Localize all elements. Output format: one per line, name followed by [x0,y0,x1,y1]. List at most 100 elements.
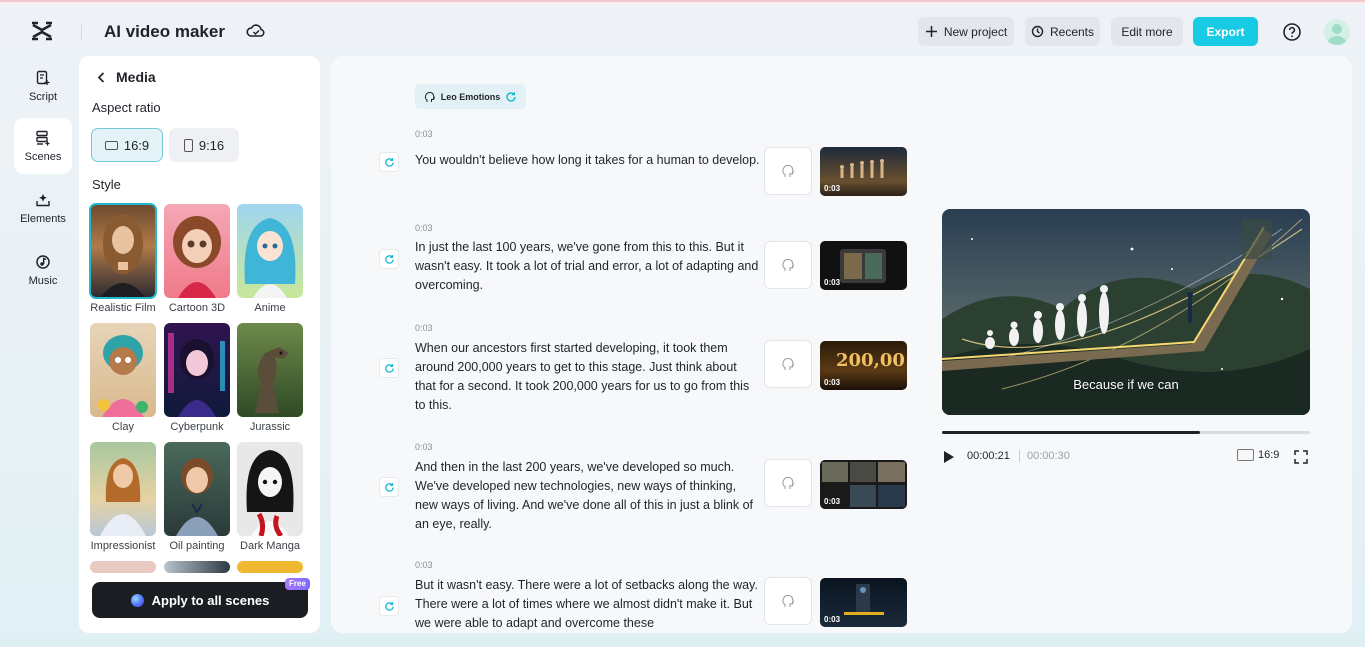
app-title: AI video maker [104,22,225,41]
scene-voice-button[interactable] [764,241,812,289]
scene-thumbnail[interactable]: 0:03 [820,241,907,290]
header-divider [81,25,82,41]
scene-script-text[interactable]: In just the last 100 years, we've gone f… [415,238,760,295]
edit-more-button[interactable]: Edit more [1111,17,1183,46]
scene-thumbnail[interactable]: 0:03 [820,460,907,509]
style-name: Dark Manga [240,540,300,552]
scene-regenerate-button[interactable] [379,477,399,497]
playback-progress-bar[interactable] [942,431,1310,434]
style-cyberpunk[interactable]: Cyberpunk [164,323,230,433]
voice-head-icon [782,258,795,271]
style-dark-manga[interactable]: Dark Manga [237,442,303,552]
apply-to-all-scenes-button[interactable]: Apply to all scenes [92,582,308,618]
scene-regenerate-button[interactable] [379,152,399,172]
back-chevron-icon[interactable] [95,71,108,84]
landscape-icon [1237,449,1254,461]
playback-progress-fill [942,431,1200,434]
script-icon [36,70,50,85]
scene-thumbnail[interactable]: 0:03 [820,147,907,196]
voice-head-icon [424,91,436,102]
style-anime[interactable]: Anime [237,204,303,314]
style-oil-painting[interactable]: Oil painting [164,442,230,552]
scene-script-text[interactable]: When our ancestors first started develop… [415,339,760,415]
voice-head-icon [782,594,795,607]
rail-item-scenes[interactable]: Scenes [14,118,72,174]
thumb-duration: 0:03 [824,378,841,387]
aspect-9-16-button[interactable]: 9:16 [169,128,239,162]
scene-voice-button[interactable] [764,459,812,507]
refresh-icon [506,91,516,102]
aspect-ratio-label: Aspect ratio [92,100,161,115]
style-thumbnail [90,442,156,536]
edit-more-label: Edit more [1121,24,1173,39]
recents-button[interactable]: Recents [1025,17,1100,46]
style-next-row-3[interactable] [237,561,303,573]
style-clay[interactable]: Clay [90,323,156,433]
media-panel: Media Aspect ratio 16:9 9:16 Style Reali… [79,56,320,633]
refresh-icon [384,482,394,492]
voice-head-icon [782,476,795,489]
style-name: Jurassic [249,421,291,433]
style-name: Anime [254,302,286,314]
total-time: 00:00:30 [1027,450,1070,462]
ai-orb-icon [130,593,144,607]
main-panel: Leo Emotions 0:03 You wouldn't believe h… [331,56,1352,633]
play-icon[interactable] [942,449,956,465]
scene-regenerate-button[interactable] [379,358,399,378]
aspect-9-16-label: 9:16 [198,137,225,153]
time-divider [1019,450,1020,462]
rail-item-label: Scenes [24,150,62,163]
free-badge: Free [285,578,310,590]
refresh-icon [384,157,394,167]
style-name: Impressionist [90,540,156,552]
media-header[interactable]: Media [95,69,156,85]
style-name: Cyberpunk [170,421,224,433]
preview-ratio-label: 16:9 [1258,449,1280,461]
preview-caption: Because if we can [1073,377,1179,392]
plus-icon [925,26,937,37]
style-thumbnail [237,204,303,298]
thumb-duration: 0:03 [824,497,841,506]
avatar[interactable] [1324,19,1350,45]
style-next-row-1[interactable] [90,561,156,573]
help-icon[interactable] [1281,21,1303,43]
scene-thumbnail[interactable]: 0:03 [820,578,907,627]
new-project-button[interactable]: New project [918,17,1014,46]
scene-script-text[interactable]: But it wasn't easy. There were a lot of … [415,576,760,633]
current-time: 00:00:21 [967,450,1010,462]
cloud-sync-icon[interactable] [246,21,266,41]
scene-voice-button[interactable] [764,577,812,625]
style-realistic-film[interactable]: Realistic Film [89,203,157,314]
style-thumbnail [164,204,230,298]
export-label: Export [1206,24,1245,39]
scene-voice-button[interactable] [764,147,812,195]
rail-item-script[interactable]: Script [14,58,72,114]
style-next-row-2[interactable] [164,561,230,573]
preview-ratio-button[interactable]: 16:9 [1237,449,1279,461]
style-label: Style [92,177,121,192]
thumb-duration: 0:03 [824,184,841,193]
scene-regenerate-button[interactable] [379,596,399,616]
voice-selector[interactable]: Leo Emotions [415,84,526,109]
rail-item-music[interactable]: Music [14,242,72,298]
rail-item-elements[interactable]: Elements [14,180,72,236]
video-preview[interactable]: Because if we can [942,209,1310,415]
apply-label: Apply to all scenes [151,592,270,608]
fullscreen-icon[interactable] [1294,450,1308,464]
export-button[interactable]: Export [1193,17,1258,46]
rail-item-label: Elements [20,212,66,225]
aspect-16-9-button[interactable]: 16:9 [91,128,163,162]
scene-voice-button[interactable] [764,340,812,388]
style-impressionist[interactable]: Impressionist [90,442,156,552]
scene-regenerate-button[interactable] [379,249,399,269]
scenes-icon [36,130,50,145]
scene-thumbnail[interactable]: 200,00 0:03 [820,341,907,390]
scene-script-text[interactable]: You wouldn't believe how long it takes f… [415,151,760,170]
panel-title: Media [116,69,156,85]
style-jurassic[interactable]: Jurassic [237,323,303,433]
scene-script-text[interactable]: And then in the last 200 years, we've de… [415,458,760,534]
refresh-icon [384,254,394,264]
elements-icon [36,193,50,206]
capcut-logo-icon[interactable] [30,19,54,43]
style-cartoon-3d[interactable]: Cartoon 3D [164,204,230,314]
